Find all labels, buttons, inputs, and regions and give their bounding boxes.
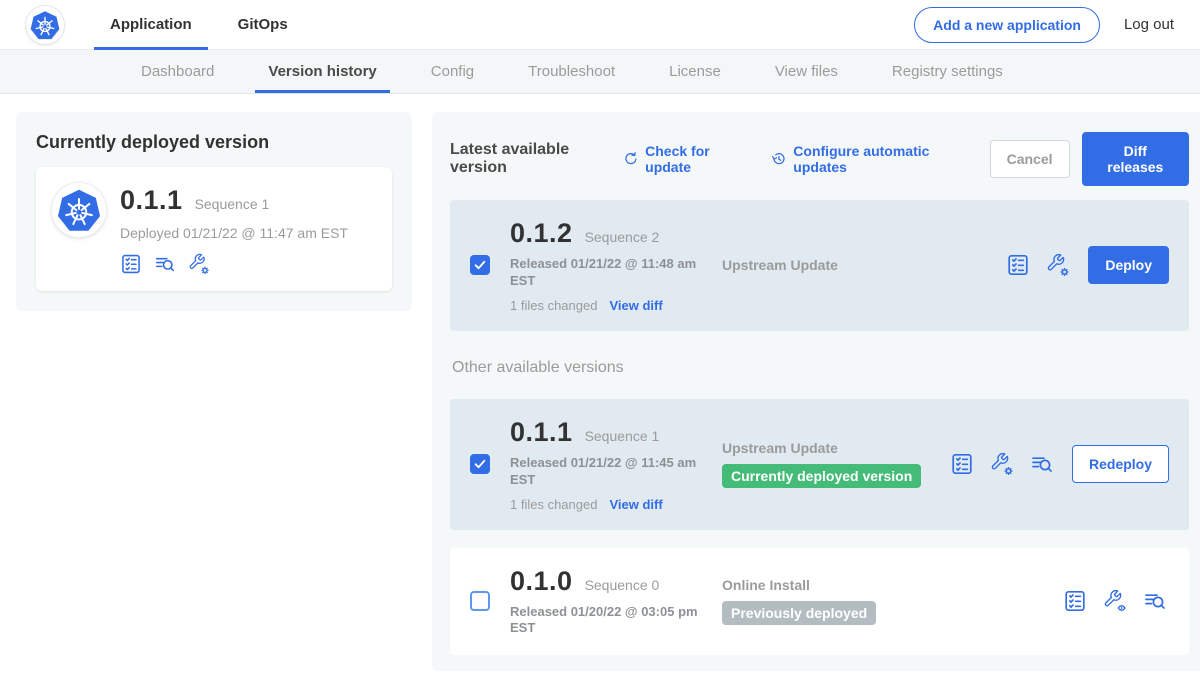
diff-releases-button[interactable]: Diff releases xyxy=(1082,132,1190,186)
release-notes-icon[interactable] xyxy=(950,452,974,476)
redeploy-button[interactable]: Redeploy xyxy=(1072,445,1169,483)
check-icon xyxy=(473,258,487,272)
released-timestamp: Released 01/20/22 @ 03:05 pm EST xyxy=(510,604,700,638)
top-header: Application GitOps Add a new application… xyxy=(0,0,1200,50)
version-checkbox[interactable] xyxy=(470,454,490,474)
currently-deployed-panel: Currently deployed version 0.1.1 Sequenc… xyxy=(16,112,412,311)
version-row-0-1-1: 0.1.1 Sequence 1 Released 01/21/22 @ 11:… xyxy=(450,399,1189,530)
view-diff-link[interactable]: View diff xyxy=(609,298,662,313)
add-application-button[interactable]: Add a new application xyxy=(914,7,1100,43)
release-notes-icon[interactable] xyxy=(1006,253,1030,277)
previously-deployed-badge: Previously deployed xyxy=(722,601,876,625)
sequence-label: Sequence 1 xyxy=(585,428,660,444)
subnav-tab-view-files[interactable]: View files xyxy=(748,50,865,93)
header-tab-application[interactable]: Application xyxy=(94,0,208,50)
version-number: 0.1.2 xyxy=(510,218,573,249)
currently-deployed-badge: Currently deployed version xyxy=(722,464,921,488)
cancel-button[interactable]: Cancel xyxy=(990,140,1070,178)
available-versions-panel: Latest available version Check for updat… xyxy=(432,112,1200,671)
subnav-tab-troubleshoot[interactable]: Troubleshoot xyxy=(501,50,642,93)
refresh-icon xyxy=(623,150,639,168)
logout-link[interactable]: Log out xyxy=(1124,16,1174,33)
view-config-icon[interactable] xyxy=(188,253,210,275)
released-timestamp: Released 01/21/22 @ 11:45 am EST xyxy=(510,455,700,489)
version-source-label: Online Install xyxy=(722,577,950,593)
view-config-icon[interactable] xyxy=(1103,589,1127,613)
view-diff-link[interactable]: View diff xyxy=(609,497,662,512)
subnav-tab-version-history[interactable]: Version history xyxy=(241,50,403,93)
deployed-version-card: 0.1.1 Sequence 1 Deployed 01/21/22 @ 11:… xyxy=(36,167,392,291)
version-number: 0.1.1 xyxy=(510,417,573,448)
version-source-label: Upstream Update xyxy=(722,257,950,273)
available-versions-header: Latest available version Check for updat… xyxy=(450,128,1189,200)
check-for-update-link[interactable]: Check for update xyxy=(623,143,745,175)
header-tab-gitops[interactable]: GitOps xyxy=(222,0,304,50)
sequence-label: Sequence 2 xyxy=(585,229,660,245)
files-changed-label: 1 files changed xyxy=(510,298,597,313)
release-notes-icon[interactable] xyxy=(120,253,142,275)
deployed-panel-title: Currently deployed version xyxy=(36,132,392,153)
sequence-label: Sequence 0 xyxy=(585,577,660,593)
preflight-results-icon[interactable] xyxy=(1143,589,1167,613)
check-icon xyxy=(473,457,487,471)
version-number: 0.1.0 xyxy=(510,566,573,597)
subnav-tab-license[interactable]: License xyxy=(642,50,748,93)
preflight-results-icon[interactable] xyxy=(1030,452,1054,476)
app-subnav: Dashboard Version history Config Trouble… xyxy=(0,50,1200,94)
edit-config-icon[interactable] xyxy=(1046,253,1070,277)
edit-config-icon[interactable] xyxy=(990,452,1014,476)
other-versions-label: Other available versions xyxy=(452,359,1189,377)
header-tab-label: GitOps xyxy=(238,16,288,33)
latest-available-title: Latest available version xyxy=(450,141,609,177)
deploy-button[interactable]: Deploy xyxy=(1088,246,1169,284)
release-notes-icon[interactable] xyxy=(1063,589,1087,613)
version-row-0-1-2: 0.1.2 Sequence 2 Released 01/21/22 @ 11:… xyxy=(450,200,1189,331)
version-row-0-1-0: 0.1.0 Sequence 0 Released 01/20/22 @ 03:… xyxy=(450,548,1189,656)
clock-history-icon xyxy=(771,150,787,168)
configure-automatic-updates-link[interactable]: Configure automatic updates xyxy=(771,143,963,175)
subnav-tab-config[interactable]: Config xyxy=(404,50,501,93)
version-source-label: Upstream Update xyxy=(722,440,950,456)
files-changed-label: 1 files changed xyxy=(510,497,597,512)
version-checkbox[interactable] xyxy=(470,591,490,611)
released-timestamp: Released 01/21/22 @ 11:48 am EST xyxy=(510,256,700,290)
preflight-results-icon[interactable] xyxy=(154,253,176,275)
subnav-tab-registry-settings[interactable]: Registry settings xyxy=(865,50,1030,93)
subnav-tab-dashboard[interactable]: Dashboard xyxy=(114,50,241,93)
header-tab-label: Application xyxy=(110,16,192,33)
deployed-sequence-label: Sequence 1 xyxy=(195,196,270,212)
kubernetes-logo-icon xyxy=(26,6,64,44)
version-checkbox[interactable] xyxy=(470,255,490,275)
app-logo-icon xyxy=(52,183,106,237)
deployed-version-number: 0.1.1 xyxy=(120,185,183,216)
main-content: Currently deployed version 0.1.1 Sequenc… xyxy=(0,94,1200,689)
deployed-timestamp: Deployed 01/21/22 @ 11:47 am EST xyxy=(120,225,348,241)
